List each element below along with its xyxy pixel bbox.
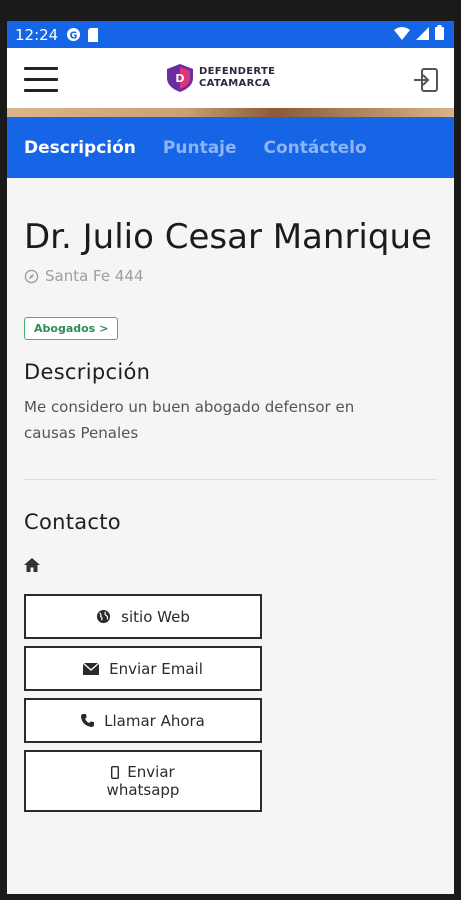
- app-logo: D DEFENDERTE CATAMARCA: [167, 64, 275, 92]
- send-email-label: Enviar Email: [109, 659, 203, 678]
- divider: [24, 479, 437, 480]
- signal-icon: [416, 26, 429, 44]
- logo-line1: DEFENDERTE: [199, 66, 276, 77]
- contact-title: Contacto: [24, 510, 121, 534]
- tab-descripcion[interactable]: Descripción: [24, 138, 136, 158]
- banner-image-strip: [7, 108, 454, 117]
- website-button-label: sitio Web: [121, 607, 190, 626]
- category-chip[interactable]: Abogados >: [24, 317, 119, 340]
- profile-address: Santa Fe 444: [24, 267, 437, 285]
- status-bar: 12:24 G: [7, 21, 454, 48]
- svg-text:D: D: [175, 72, 184, 85]
- tab-puntaje[interactable]: Puntaje: [163, 138, 237, 158]
- sd-card-icon: [87, 27, 99, 42]
- app-notification-icon: G: [66, 27, 81, 42]
- mobile-phone-icon: [111, 765, 120, 779]
- description-text: Me considero un buen abogado defensor en…: [24, 398, 355, 442]
- send-email-button[interactable]: Enviar Email: [24, 646, 262, 691]
- logo-shield-icon: D: [167, 64, 193, 92]
- home-icon: [24, 558, 40, 572]
- whatsapp-label-line1: Enviar: [127, 763, 175, 781]
- logo-line2: CATAMARCA: [199, 78, 271, 89]
- website-button[interactable]: sitio Web: [24, 594, 262, 639]
- hamburger-menu-icon[interactable]: [24, 67, 58, 93]
- app-bar: D DEFENDERTE CATAMARCA: [7, 48, 454, 108]
- compass-icon: [24, 269, 39, 283]
- phone-icon: [81, 714, 95, 727]
- profile-name: Dr. Julio Cesar Manrique: [24, 217, 432, 257]
- globe-icon: [97, 609, 111, 624]
- battery-icon: [435, 25, 444, 44]
- whatsapp-button[interactable]: Enviar whatsapp: [24, 750, 262, 812]
- app-screen: 12:24 G D DEFENDERTE CATAMARCA Descripci…: [7, 21, 454, 894]
- wifi-icon: [394, 26, 410, 44]
- category-label: Abogados: [34, 322, 96, 335]
- tab-bar: Descripción Puntaje Contáctelo: [7, 117, 454, 178]
- envelope-icon: [83, 662, 100, 675]
- call-now-label: Llamar Ahora: [104, 711, 205, 730]
- profile-content: Dr. Julio Cesar Manrique Santa Fe 444 Ab…: [7, 216, 454, 812]
- description-title: Descripción: [24, 360, 151, 384]
- address-text: Santa Fe 444: [45, 267, 144, 285]
- tab-contactelo[interactable]: Contáctelo: [264, 138, 367, 158]
- chevron-right-icon: >: [99, 322, 109, 335]
- login-icon[interactable]: [412, 66, 440, 94]
- svg-text:G: G: [70, 30, 78, 41]
- whatsapp-label-line2: whatsapp: [106, 781, 180, 799]
- status-time: 12:24: [15, 25, 59, 44]
- call-now-button[interactable]: Llamar Ahora: [24, 698, 262, 743]
